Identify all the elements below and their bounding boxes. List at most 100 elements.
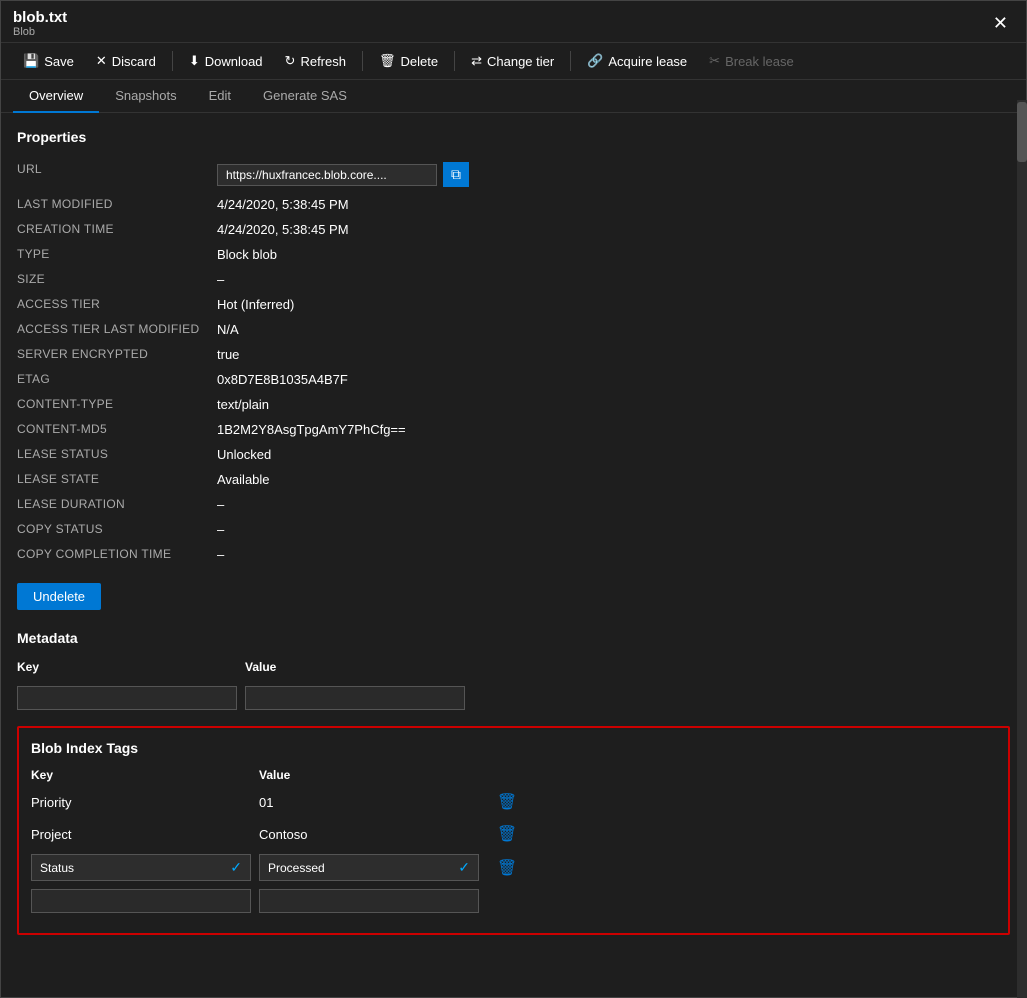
separator-3 — [454, 51, 455, 71]
index-key-project: Project — [31, 823, 251, 846]
prop-value-copy-status: – — [217, 517, 1010, 542]
status-value-select[interactable]: Processed ✓ — [259, 854, 479, 881]
tab-snapshots[interactable]: Snapshots — [99, 80, 192, 113]
index-value-project: Contoso — [259, 823, 479, 846]
tab-overview[interactable]: Overview — [13, 80, 99, 113]
prop-label-copy-status: COPY STATUS — [17, 517, 217, 542]
check-icon-value: ✓ — [458, 859, 470, 876]
refresh-button[interactable]: ↻ Refresh — [275, 49, 356, 73]
prop-value-access-tier: Hot (Inferred) — [217, 292, 1010, 317]
delete-project-button[interactable]: 🗑 — [487, 822, 527, 846]
index-col-headers: Key Value — [31, 768, 996, 782]
prop-label-url: URL — [17, 157, 217, 192]
metadata-key-input[interactable] — [17, 686, 237, 710]
separator-4 — [570, 51, 571, 71]
refresh-label: Refresh — [300, 54, 346, 69]
prop-label-access-tier: ACCESS TIER — [17, 292, 217, 317]
index-key-header: Key — [31, 768, 251, 782]
acquire-lease-icon: 🔗 — [587, 53, 603, 69]
close-button[interactable]: ✕ — [987, 11, 1014, 36]
metadata-section-title: Metadata — [17, 630, 1010, 646]
prop-label-size: SIZE — [17, 267, 217, 292]
delete-priority-button[interactable]: 🗑 — [487, 790, 527, 814]
prop-value-type: Block blob — [217, 242, 1010, 267]
prop-value-creation-time: 4/24/2020, 5:38:45 PM — [217, 217, 1010, 242]
break-lease-button[interactable]: ✂ Break lease — [699, 49, 804, 73]
prop-label-server-encrypted: SERVER ENCRYPTED — [17, 342, 217, 367]
blob-index-tags-title: Blob Index Tags — [31, 740, 996, 756]
trash-icon-priority: 🗑 — [497, 792, 517, 812]
prop-value-url: ⧉ — [217, 157, 1010, 192]
refresh-icon: ↻ — [285, 53, 296, 69]
discard-label: Discard — [112, 54, 156, 69]
prop-value-lease-state: Available — [217, 467, 1010, 492]
acquire-lease-label: Acquire lease — [608, 54, 687, 69]
prop-label-last-modified: LAST MODIFIED — [17, 192, 217, 217]
prop-value-server-encrypted: true — [217, 342, 1010, 367]
copy-icon: ⧉ — [451, 166, 461, 183]
index-value-header: Value — [259, 768, 479, 782]
prop-label-etag: ETAG — [17, 367, 217, 392]
metadata-value-input[interactable] — [245, 686, 465, 710]
change-tier-button[interactable]: ⇄ Change tier — [461, 49, 564, 73]
prop-value-access-tier-modified: N/A — [217, 317, 1010, 342]
prop-label-lease-duration: LEASE DURATION — [17, 492, 217, 517]
index-row-priority: Priority 01 🗑 — [31, 790, 996, 814]
new-index-value-input[interactable] — [259, 889, 479, 913]
index-row-new — [31, 889, 996, 913]
prop-label-content-type: CONTENT-TYPE — [17, 392, 217, 417]
tab-edit[interactable]: Edit — [193, 80, 247, 113]
title-info: blob.txt Blob — [13, 9, 67, 38]
prop-value-content-md5: 1B2M2Y8AsgTpgAmY7PhCfg== — [217, 417, 1010, 442]
save-label: Save — [44, 54, 74, 69]
undelete-button[interactable]: Undelete — [17, 583, 101, 610]
acquire-lease-button[interactable]: 🔗 Acquire lease — [577, 49, 697, 73]
prop-label-type: TYPE — [17, 242, 217, 267]
break-lease-icon: ✂ — [709, 53, 720, 69]
title-bar: blob.txt Blob ✕ — [1, 1, 1026, 43]
prop-value-last-modified: 4/24/2020, 5:38:45 PM — [217, 192, 1010, 217]
properties-grid: URL ⧉ LAST MODIFIED 4/24/2020, 5:38:45 P… — [17, 157, 1010, 567]
window-subtitle: Blob — [13, 26, 67, 38]
tab-generate-sas[interactable]: Generate SAS — [247, 80, 363, 113]
discard-button[interactable]: ✕ Discard — [86, 49, 166, 73]
prop-label-creation-time: CREATION TIME — [17, 217, 217, 242]
prop-label-access-tier-modified: ACCESS TIER LAST MODIFIED — [17, 317, 217, 342]
discard-icon: ✕ — [96, 53, 107, 69]
prop-value-content-type: text/plain — [217, 392, 1010, 417]
delete-status-button[interactable]: 🗑 — [487, 856, 527, 880]
prop-label-lease-state: LEASE STATE — [17, 467, 217, 492]
index-row-status: Status ✓ Processed ✓ 🗑 — [31, 854, 996, 881]
url-input[interactable] — [217, 164, 437, 186]
index-row-project: Project Contoso 🗑 — [31, 822, 996, 846]
scrollbar-thumb[interactable] — [1017, 102, 1027, 162]
index-key-priority: Priority — [31, 791, 251, 814]
check-icon-key: ✓ — [230, 859, 242, 876]
status-key-select[interactable]: Status ✓ — [31, 854, 251, 881]
save-button[interactable]: 💾 Save — [13, 49, 84, 73]
scrollbar-track[interactable] — [1017, 100, 1027, 998]
metadata-value-header: Value — [245, 656, 465, 678]
metadata-key-header: Key — [17, 656, 237, 678]
tabs-bar: Overview Snapshots Edit Generate SAS — [1, 80, 1026, 113]
download-button[interactable]: ⬇ Download — [179, 49, 273, 73]
delete-icon: 🗑 — [379, 53, 396, 69]
save-icon: 💾 — [23, 53, 39, 69]
break-lease-label: Break lease — [725, 54, 794, 69]
prop-value-lease-status: Unlocked — [217, 442, 1010, 467]
delete-button[interactable]: 🗑 Delete — [369, 49, 448, 73]
blob-index-tags-section: Blob Index Tags Key Value Priority 01 🗑 … — [17, 726, 1010, 935]
prop-label-lease-status: LEASE STATUS — [17, 442, 217, 467]
new-index-key-input[interactable] — [31, 889, 251, 913]
window-title: blob.txt — [13, 9, 67, 26]
toolbar: 💾 Save ✕ Discard ⬇ Download ↻ Refresh 🗑 … — [1, 43, 1026, 80]
prop-value-size: – — [217, 267, 1010, 292]
copy-url-button[interactable]: ⧉ — [443, 162, 469, 187]
delete-label: Delete — [401, 54, 439, 69]
prop-label-copy-completion: COPY COMPLETION TIME — [17, 542, 217, 567]
main-content: Properties URL ⧉ LAST MODIFIED 4/24/2020… — [1, 113, 1026, 997]
index-value-priority: 01 — [259, 791, 479, 814]
metadata-section: Metadata Key Value — [17, 630, 1010, 710]
download-label: Download — [205, 54, 263, 69]
metadata-grid: Key Value — [17, 656, 1010, 710]
